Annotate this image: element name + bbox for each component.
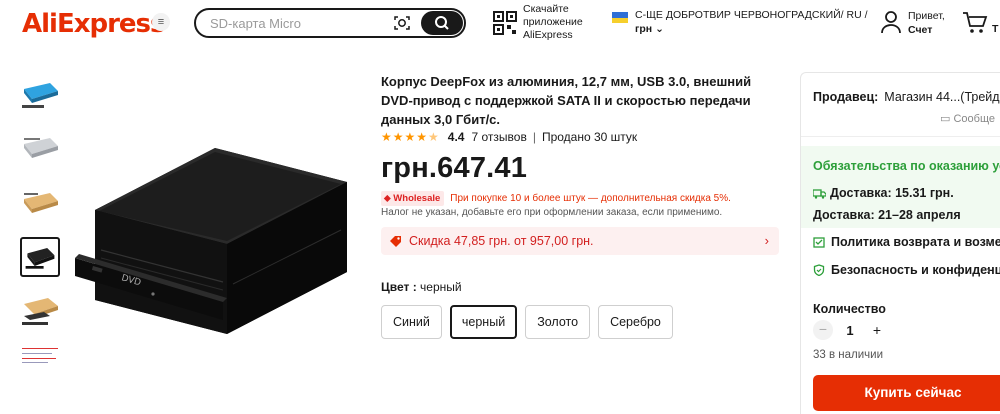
app-download-promo[interactable]: Скачайте приложение AliExpress [523, 3, 583, 42]
search-icon [435, 16, 449, 30]
account-label: Счет [908, 24, 933, 36]
delivery-cost-text: Доставка: 15.31 грн. [830, 186, 954, 200]
aliexpress-logo[interactable]: AliExpress [22, 9, 165, 39]
currency-label: грн [635, 23, 653, 35]
increase-quantity-button[interactable]: + [867, 320, 887, 340]
thumbnail-blue-case[interactable] [20, 75, 60, 115]
cart-label[interactable]: Т [992, 23, 998, 35]
wholesale-badge: ⬥ Wholesale [381, 191, 445, 206]
security-row[interactable]: Безопасность и конфиденц [813, 263, 1000, 277]
thumbnail-black-case[interactable] [20, 237, 60, 277]
color-label-text: Цвет : [381, 280, 421, 294]
message-icon: ▭ [940, 113, 951, 125]
seller-name: Магазин 44...(Трейдер) [884, 90, 1000, 104]
quantity-label: Количество [813, 302, 886, 316]
quantity-value[interactable]: 1 [833, 323, 867, 338]
rating-row: ★★★★★ 4.4 7 отзывов | Продано 30 штук [381, 129, 637, 145]
stock-count: 33 в наличии [813, 349, 884, 361]
tax-note: Налог не указан, добавьте его при оформл… [381, 207, 723, 218]
chevron-right-icon: › [764, 233, 769, 248]
seller-label: Продавец: [813, 90, 879, 104]
black-case-image [25, 248, 55, 269]
shield-icon [813, 264, 825, 276]
truck-icon [813, 188, 826, 199]
wholesale-badge-label: Wholesale [393, 193, 441, 204]
security-text: Безопасность и конфиденц [831, 263, 1000, 277]
account-menu[interactable]: Привет, Счет [908, 9, 945, 37]
reviews-link[interactable]: 7 отзывов [471, 130, 526, 144]
quantity-stepper: − 1 + [813, 320, 887, 340]
search-bar [194, 8, 466, 38]
contact-label: Сообще [953, 113, 995, 125]
panel-divider [801, 136, 1000, 137]
blue-case-image [22, 83, 58, 108]
app-promo-line-2: приложение [523, 16, 583, 28]
obligations-link[interactable]: Обязательства по оказанию услуг [813, 159, 1000, 173]
camera-search-icon[interactable] [392, 13, 412, 33]
color-options: Синий черный Золото Серебро [381, 305, 681, 339]
user-icon[interactable] [880, 10, 902, 34]
thumbnail-gold-case-open[interactable] [20, 292, 60, 332]
security-chevron-icon: › [986, 263, 990, 277]
gold-case-image [24, 193, 58, 213]
logo-text: AliExpress [22, 9, 165, 39]
color-option-black[interactable]: черный [449, 305, 518, 339]
color-label: Цвет : черный [381, 280, 462, 294]
qr-code-icon[interactable] [493, 11, 517, 35]
rating-value: 4.4 [447, 130, 465, 144]
region-selector[interactable]: С-ЩЕ ДОБРОТВИР ЧЕРВОНОГРАДСКИЙ/ RU / [635, 9, 868, 21]
search-input[interactable] [210, 14, 380, 32]
return-policy-chevron-icon: › [986, 235, 990, 249]
header: AliExpress ≡ Скачайте приложение AliExpr… [0, 0, 1000, 50]
color-option-silver[interactable]: Серебро [598, 305, 673, 339]
delivery-cost: Доставка: 15.31 грн. [813, 186, 954, 200]
product-price: грн.647.41 [381, 152, 528, 184]
return-box-icon [813, 237, 825, 248]
contact-seller-link[interactable]: ▭ Сообще [940, 112, 995, 125]
currency-selector[interactable]: грн ⌄ [635, 23, 664, 35]
wholesale-text: При покупке 10 и более штук — дополнител… [450, 193, 731, 204]
seller-row[interactable]: Продавец: Магазин 44...(Трейдер) [813, 90, 1000, 104]
gold-case-open-image [22, 298, 58, 325]
decrease-quantity-button[interactable]: − [813, 320, 833, 340]
product-main-image[interactable]: DVD [75, 130, 365, 340]
silver-case-image [24, 138, 58, 158]
color-option-blue[interactable]: Синий [381, 305, 442, 339]
thumbnail-silver-case[interactable] [20, 128, 60, 168]
app-promo-line-3: AliExpress [523, 29, 573, 41]
size-diagram-image [22, 348, 58, 363]
discount-banner[interactable]: Скидка 47,85 грн. от 957,00 грн. › [381, 227, 779, 255]
buy-now-button[interactable]: Купить сейчас [813, 375, 1000, 411]
delivery-date-text: Доставка: 21–28 апреля [813, 208, 961, 222]
thumbnail-gold-case[interactable] [20, 183, 60, 223]
color-selected-value: черный [420, 280, 462, 294]
wholesale-row: ⬥ Wholesale При покупке 10 и более штук … [381, 191, 731, 206]
ukraine-flag-icon [612, 12, 628, 23]
coupon-tag-icon [390, 236, 401, 247]
color-option-gold[interactable]: Золото [525, 305, 591, 339]
greeting-text: Привет, [908, 10, 945, 22]
chevron-down-icon: ⌄ [655, 23, 664, 35]
tag-icon: ⬥ [384, 193, 391, 204]
product-title: Корпус DeepFox из алюминия, 12,7 мм, USB… [381, 74, 752, 127]
sold-count: Продано 30 штук [541, 130, 638, 144]
menu-icon[interactable]: ≡ [152, 13, 170, 31]
delivery-date: Доставка: 21–28 апреля [813, 208, 961, 222]
app-promo-line-1: Скачайте [523, 3, 569, 15]
star-rating-icon: ★★★★★ [381, 130, 440, 144]
return-policy-text: Политика возврата и возмещ [831, 235, 1000, 249]
cart-icon[interactable] [962, 11, 988, 35]
discount-text: Скидка 47,85 грн. от 957,00 грн. [409, 234, 594, 248]
thumbnail-size-diagram[interactable] [20, 344, 60, 366]
search-button[interactable] [421, 11, 463, 35]
return-policy-row[interactable]: Политика возврата и возмещ [813, 235, 1000, 249]
rating-separator: | [532, 130, 536, 144]
